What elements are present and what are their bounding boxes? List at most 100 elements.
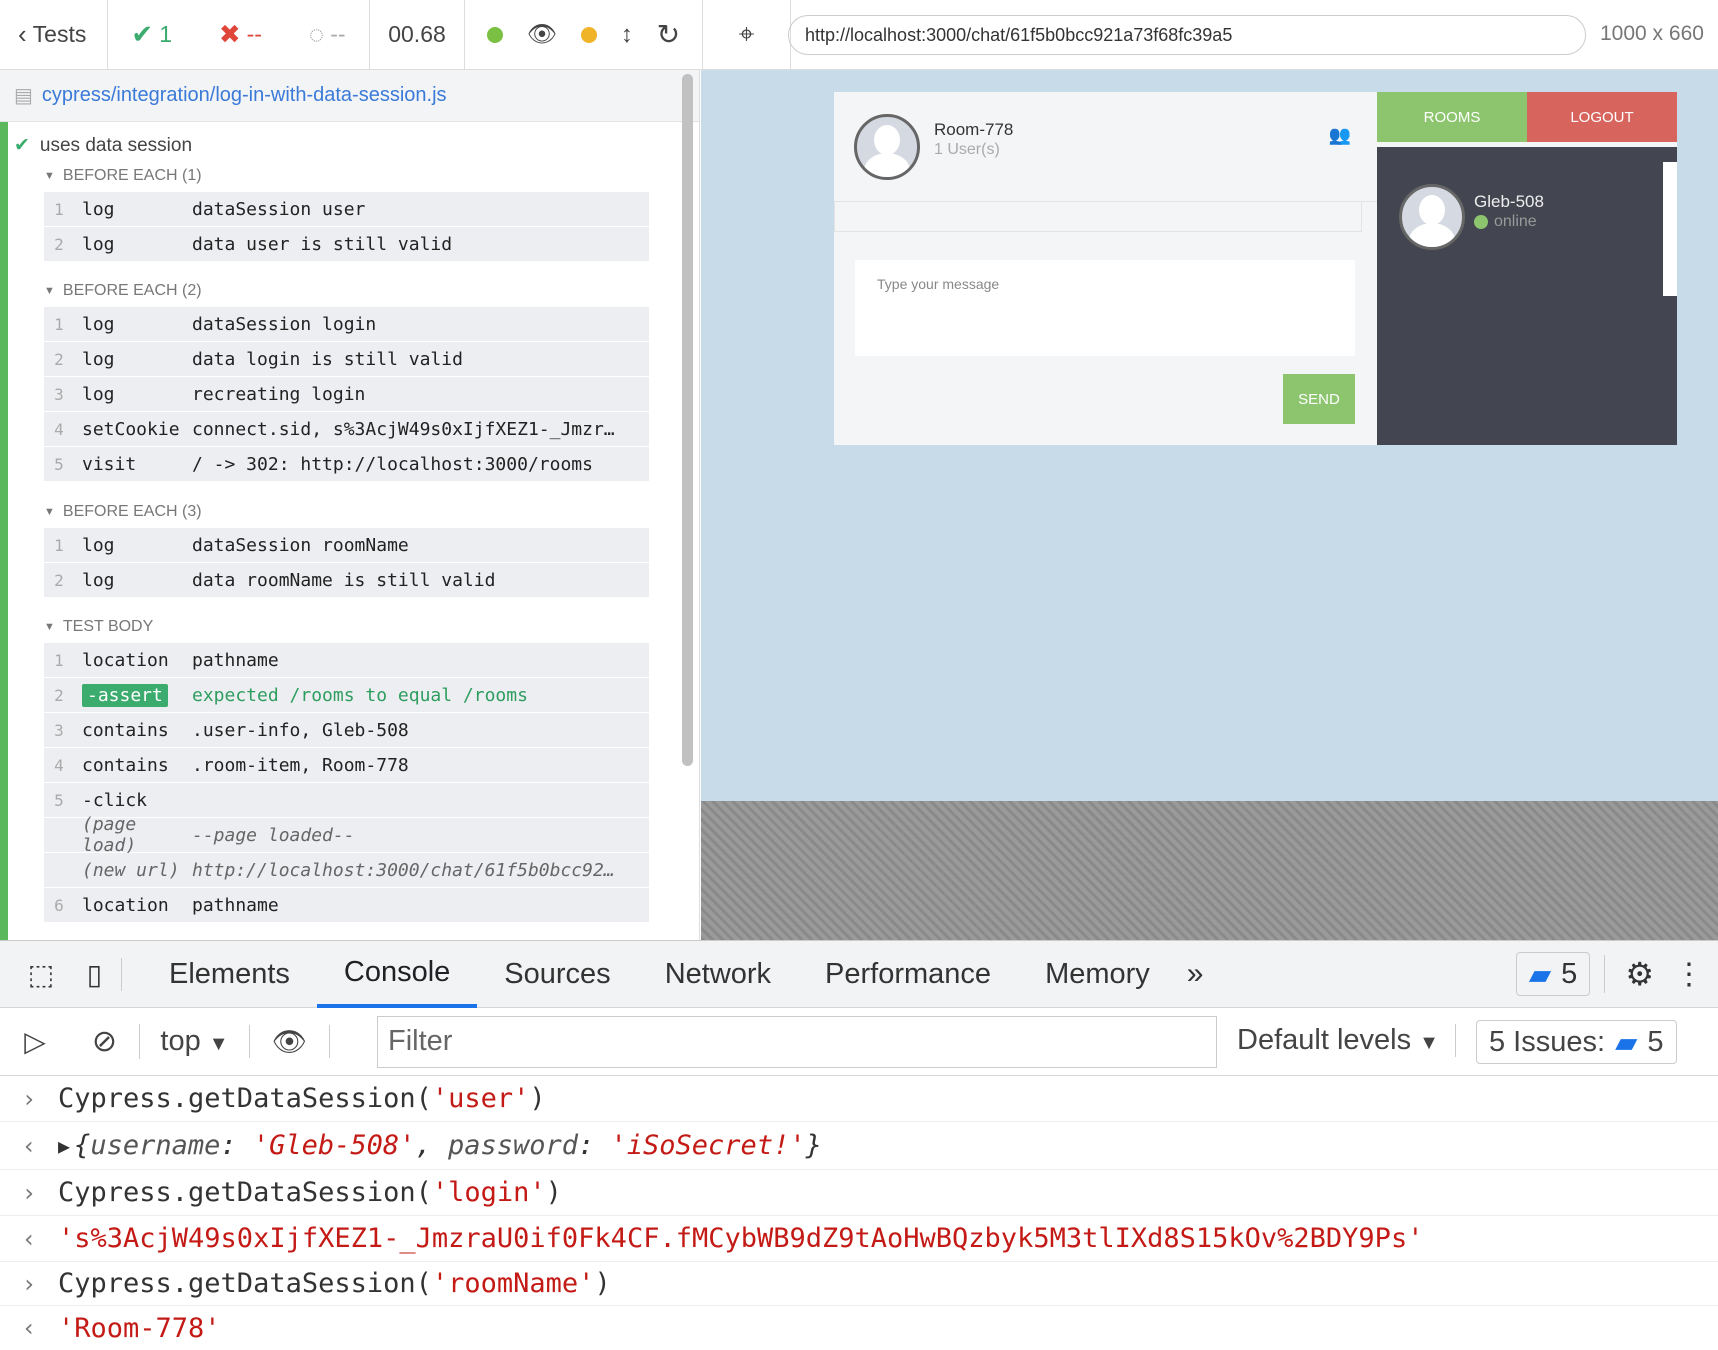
expand-triangle-icon[interactable]: ▶	[58, 1134, 70, 1158]
hook-title: BEFORE EACH (1)	[62, 167, 202, 184]
log-levels-value: Default levels	[1237, 1024, 1412, 1056]
test-title[interactable]: ✔ uses data session	[14, 134, 192, 157]
more-tabs-icon[interactable]: »	[1177, 957, 1214, 991]
tab-console[interactable]: Console	[316, 940, 478, 1008]
command-row[interactable]: 2 log data login is still valid	[44, 342, 649, 377]
spec-path[interactable]: cypress/integration/log-in-with-data-ses…	[42, 84, 447, 107]
passed-stat: ✔ 1	[131, 19, 172, 50]
object-key: username	[90, 1130, 221, 1161]
device-toolbar-icon[interactable]: ▯	[68, 957, 122, 991]
chat-pane: Room-778 1 User(s) 👥 Type your message S…	[834, 92, 1377, 445]
console-output-line[interactable]: ‹ 'Room-778'	[0, 1306, 1718, 1350]
rooms-button[interactable]: ROOMS	[1377, 92, 1527, 142]
command-row[interactable]: 5 -click	[44, 783, 649, 818]
command-row[interactable]: 1 location pathname	[44, 643, 649, 678]
test-body: ▼ TEST BODY 1 location pathname 2 -assert exp…	[44, 611, 649, 923]
command-row[interactable]: 4 contains .room-item, Room-778	[44, 748, 649, 783]
command-message: pathname	[192, 649, 279, 671]
resize-arrows-icon[interactable]: ↕	[621, 21, 633, 49]
command-message: connect.sid, s%3AcjW49s0xIjfXEZ1-_Jmzr…	[192, 418, 615, 440]
command-name: contains	[82, 719, 169, 741]
aut-url-bar[interactable]: http://localhost:3000/chat/61f5b0bcc921a…	[788, 15, 1586, 55]
send-button[interactable]: SEND	[1283, 374, 1355, 424]
selector-playground-button[interactable]: ⌖	[703, 0, 791, 70]
console-output-line[interactable]: ‹ ▶ {username: 'Gleb-508', password: 'iS…	[0, 1122, 1718, 1170]
test-title-text: uses data session	[39, 134, 193, 156]
command-number: 2	[54, 349, 64, 369]
command-name: log	[82, 534, 115, 556]
command-row[interactable]: 1 log dataSession roomName	[44, 528, 649, 563]
command-row[interactable]: 2 log data user is still valid	[44, 227, 649, 262]
inspect-element-icon[interactable]: ⬚	[14, 958, 68, 991]
live-expression-eye-icon[interactable]: 👁	[250, 1025, 330, 1058]
console-filter-input[interactable]: Filter	[377, 1016, 1217, 1068]
command-row[interactable]: 5 visit / -> 302: http://localhost:3000/ro…	[44, 447, 649, 482]
console-output-line[interactable]: ‹ 's%3AcjW49s0xIjfXEZ1-_JmzraU0if0Fk4CF.…	[0, 1216, 1718, 1262]
devtools-tabbar: ⬚ ▯ Elements Console Sources Network Per…	[0, 940, 1718, 1008]
console-code: Cypress.getDataSession('roomName')	[58, 1268, 611, 1299]
reload-icon[interactable]: ↻	[657, 18, 680, 51]
context-select[interactable]: top ▼	[140, 1025, 250, 1058]
reporter-scrollbar[interactable]	[682, 74, 693, 766]
new-url-event-row[interactable]: (new url) http://localhost:3000/chat/61f5…	[44, 853, 649, 888]
clear-console-icon[interactable]: ⊘	[70, 1024, 140, 1059]
tests-back-button[interactable]: ‹ Tests	[0, 0, 108, 70]
spec-file-bar[interactable]: ▤ cypress/integration/log-in-with-data-s…	[0, 70, 699, 122]
user-name: Gleb-508	[1474, 192, 1544, 211]
command-name: location	[82, 649, 169, 671]
hook-header[interactable]: ▼ BEFORE EACH (1)	[44, 160, 649, 192]
hook-before-each-3: ▼ BEFORE EACH (3) 1 log dataSession roomNam…	[44, 496, 649, 598]
output-return-icon: ‹	[21, 1314, 37, 1342]
sidebar-toggle-icon[interactable]: ▷	[0, 1025, 70, 1058]
command-row[interactable]: 4 setCookie connect.sid, s%3AcjW49s0xIjfXE…	[44, 412, 649, 447]
message-input[interactable]: Type your message	[855, 260, 1355, 356]
hook-title: BEFORE EACH (2)	[62, 282, 202, 299]
command-row[interactable]: 3 log recreating login	[44, 377, 649, 412]
tab-elements[interactable]: Elements	[142, 940, 317, 1008]
user-count: 1 User(s)	[934, 141, 1000, 158]
tests-label: Tests	[32, 21, 87, 47]
command-name: -click	[82, 789, 148, 811]
command-row[interactable]: 2 log data roomName is still valid	[44, 563, 649, 598]
command-row[interactable]: 1 log dataSession login	[44, 307, 649, 342]
messages-count-button[interactable]: ▰ 5	[1515, 952, 1591, 996]
logout-button[interactable]: LOGOUT	[1527, 92, 1677, 142]
tab-network[interactable]: Network	[638, 940, 798, 1008]
test-body-header[interactable]: ▼ TEST BODY	[44, 611, 649, 643]
page-load-event-row[interactable]: (page load) --page loaded--	[44, 814, 649, 856]
issues-button[interactable]: 5 Issues: ▰ 5	[1476, 1020, 1677, 1064]
hook-header[interactable]: ▼ BEFORE EACH (3)	[44, 496, 649, 528]
command-row[interactable]: 6 location pathname	[44, 888, 649, 923]
hook-header[interactable]: ▼ BEFORE EACH (2)	[44, 275, 649, 307]
hook-before-each-2: ▼ BEFORE EACH (2) 1 log dataSession login 2…	[44, 275, 649, 482]
status-dot-green-icon	[486, 26, 503, 43]
dropdown-caret-icon: ▼	[1419, 1032, 1439, 1054]
tab-performance[interactable]: Performance	[798, 940, 1018, 1008]
console-input-line[interactable]: › Cypress.getDataSession('roomName')	[0, 1262, 1718, 1306]
failed-stat: ✖ --	[219, 19, 262, 50]
command-row[interactable]: 1 log dataSession user	[44, 192, 649, 227]
sidebar-scrollbar[interactable]	[1663, 162, 1677, 296]
command-message: dataSession roomName	[192, 534, 409, 556]
console-input-line[interactable]: › Cypress.getDataSession('user')	[0, 1076, 1718, 1122]
chevron-left-icon: ‹	[18, 19, 27, 49]
eye-icon[interactable]: 👁	[527, 20, 557, 49]
code-paren: )	[529, 1083, 546, 1114]
user-avatar	[1399, 184, 1465, 250]
assert-row[interactable]: 2 -assert expected /rooms to equal /rooms	[44, 678, 649, 713]
object-value: 'iSoSecret!'	[610, 1130, 806, 1161]
settings-gear-icon[interactable]: ⚙	[1604, 955, 1674, 993]
tab-sources[interactable]: Sources	[477, 940, 637, 1008]
messages-count: 5	[1561, 957, 1578, 990]
tab-memory[interactable]: Memory	[1018, 940, 1177, 1008]
pending-stat: ◌ --	[309, 19, 346, 50]
users-icon[interactable]: 👥	[1329, 125, 1351, 146]
command-name: log	[82, 569, 115, 591]
online-dot-icon	[1474, 215, 1488, 229]
cross-icon: ✖	[218, 19, 241, 49]
console-input-line[interactable]: › Cypress.getDataSession('login')	[0, 1170, 1718, 1216]
log-levels-select[interactable]: Default levels ▼	[1237, 1024, 1456, 1057]
command-row[interactable]: 3 contains .user-info, Gleb-508	[44, 713, 649, 748]
more-menu-icon[interactable]: ⋮	[1674, 957, 1718, 992]
command-message: data login is still valid	[192, 348, 463, 370]
